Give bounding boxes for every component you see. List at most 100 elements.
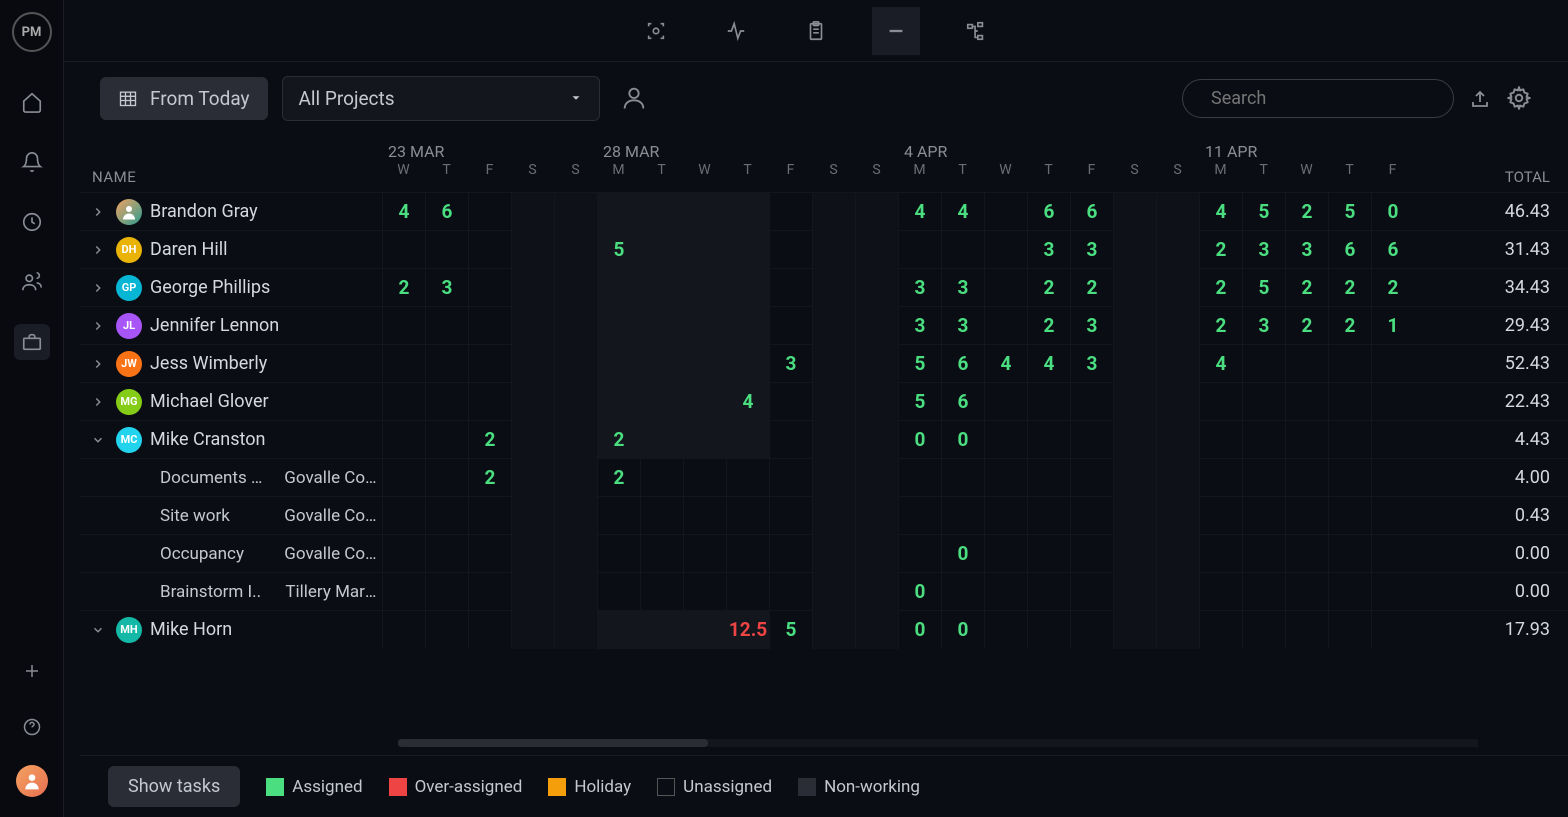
workload-cell[interactable] (468, 383, 511, 421)
workload-cell[interactable] (726, 573, 769, 611)
workload-cell[interactable] (769, 307, 812, 345)
expand-toggle[interactable] (88, 205, 108, 219)
workload-cell[interactable] (984, 573, 1027, 611)
workload-cell[interactable] (597, 193, 640, 231)
workload-cell[interactable] (1371, 421, 1414, 459)
workload-cell[interactable] (1027, 383, 1070, 421)
workload-cell[interactable] (1113, 231, 1156, 269)
workload-cell[interactable] (855, 345, 898, 383)
workload-cell[interactable] (554, 611, 597, 649)
workload-cell[interactable] (1113, 307, 1156, 345)
workload-cell[interactable]: 5 (1242, 269, 1285, 307)
workload-cell[interactable] (898, 231, 941, 269)
workload-cell[interactable]: 3 (941, 269, 984, 307)
workload-cell[interactable]: 4 (382, 193, 425, 231)
workload-cell[interactable] (683, 231, 726, 269)
workload-cell[interactable]: 2 (1285, 307, 1328, 345)
workload-cell[interactable] (640, 611, 683, 649)
workload-cell[interactable] (640, 497, 683, 535)
workload-cell[interactable]: 0 (898, 573, 941, 611)
workload-cell[interactable] (597, 269, 640, 307)
home-icon[interactable] (14, 84, 50, 120)
workload-cell[interactable]: 6 (1328, 231, 1371, 269)
workload-cell[interactable] (554, 345, 597, 383)
workload-cell[interactable] (683, 383, 726, 421)
workload-cell[interactable]: 0 (941, 421, 984, 459)
workload-cell[interactable] (1371, 573, 1414, 611)
workload-cell[interactable]: 3 (1070, 231, 1113, 269)
search-input[interactable] (1211, 88, 1439, 109)
workload-cell[interactable] (1242, 535, 1285, 573)
workload-cell[interactable] (984, 269, 1027, 307)
workload-cell[interactable] (769, 269, 812, 307)
workload-cell[interactable] (1328, 421, 1371, 459)
workload-cell[interactable] (726, 421, 769, 459)
workload-cell[interactable] (1199, 421, 1242, 459)
workload-cell[interactable] (1156, 535, 1199, 573)
workload-cell[interactable] (511, 307, 554, 345)
workload-cell[interactable] (382, 611, 425, 649)
workload-cell[interactable] (683, 535, 726, 573)
workload-cell[interactable] (683, 307, 726, 345)
workload-cell[interactable] (468, 269, 511, 307)
workload-cell[interactable] (425, 611, 468, 649)
workload-cell[interactable] (1328, 497, 1371, 535)
workload-cell[interactable] (1027, 611, 1070, 649)
workload-cell[interactable] (1070, 383, 1113, 421)
workload-cell[interactable] (855, 193, 898, 231)
workload-cell[interactable]: 12.5 (726, 611, 769, 649)
clipboard-icon[interactable] (792, 7, 840, 55)
from-today-button[interactable]: From Today (100, 77, 268, 120)
workload-cell[interactable] (640, 193, 683, 231)
workload-cell[interactable]: 0 (898, 421, 941, 459)
workload-cell[interactable] (1285, 421, 1328, 459)
workload-cell[interactable] (640, 573, 683, 611)
workload-cell[interactable] (1328, 459, 1371, 497)
workload-cell[interactable] (1113, 535, 1156, 573)
workload-cell[interactable]: 3 (1242, 231, 1285, 269)
workload-cell[interactable] (1113, 193, 1156, 231)
workload-cell[interactable] (554, 421, 597, 459)
workload-cell[interactable] (726, 497, 769, 535)
workload-cell[interactable] (425, 535, 468, 573)
workload-cell[interactable]: 0 (941, 535, 984, 573)
workload-cell[interactable] (554, 231, 597, 269)
workload-cell[interactable] (1328, 345, 1371, 383)
workload-cell[interactable] (855, 535, 898, 573)
workload-cell[interactable] (597, 535, 640, 573)
workload-cell[interactable] (425, 497, 468, 535)
workload-cell[interactable] (855, 231, 898, 269)
workload-cell[interactable]: 0 (898, 611, 941, 649)
bell-icon[interactable] (14, 144, 50, 180)
workload-cell[interactable] (425, 231, 468, 269)
workload-cell[interactable]: 2 (1027, 307, 1070, 345)
plus-icon[interactable] (14, 653, 50, 689)
workload-cell[interactable] (812, 421, 855, 459)
expand-toggle[interactable] (88, 623, 108, 637)
workload-cell[interactable] (1070, 459, 1113, 497)
workload-cell[interactable]: 0 (1371, 193, 1414, 231)
share-icon[interactable] (1468, 86, 1492, 110)
workload-cell[interactable]: 4 (941, 193, 984, 231)
workload-cell[interactable] (855, 307, 898, 345)
workload-cell[interactable] (554, 193, 597, 231)
workload-cell[interactable] (855, 383, 898, 421)
workload-cell[interactable] (726, 345, 769, 383)
workload-cell[interactable] (468, 231, 511, 269)
workload-cell[interactable] (984, 307, 1027, 345)
workload-cell[interactable]: 5 (1328, 193, 1371, 231)
workload-cell[interactable] (812, 307, 855, 345)
workload-cell[interactable] (1199, 535, 1242, 573)
workload-cell[interactable] (726, 535, 769, 573)
workload-cell[interactable] (425, 573, 468, 611)
workload-cell[interactable] (1242, 345, 1285, 383)
workload-cell[interactable] (554, 269, 597, 307)
workload-cell[interactable] (1328, 383, 1371, 421)
workload-cell[interactable]: 3 (1027, 231, 1070, 269)
workload-cell[interactable] (1242, 611, 1285, 649)
workload-cell[interactable] (382, 345, 425, 383)
workload-cell[interactable] (1113, 611, 1156, 649)
workload-cell[interactable] (812, 383, 855, 421)
workload-cell[interactable] (855, 459, 898, 497)
workload-cell[interactable] (1156, 383, 1199, 421)
